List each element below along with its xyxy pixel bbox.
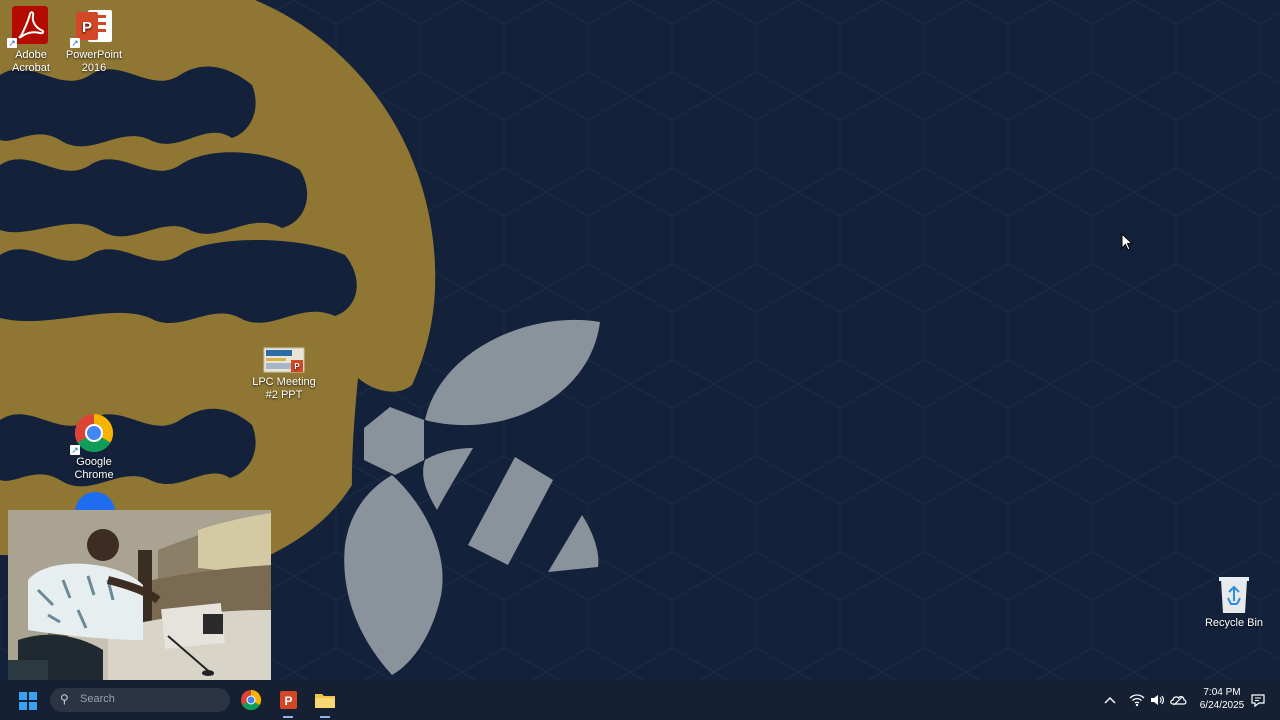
desktop-icon-adobe-acrobat[interactable]: ↗ Adobe Acrobat bbox=[0, 6, 67, 75]
notification-icon bbox=[1251, 694, 1265, 708]
taskbar-powerpoint-button[interactable]: P bbox=[274, 686, 302, 718]
start-button[interactable] bbox=[14, 686, 42, 714]
onedrive-button[interactable] bbox=[1169, 692, 1187, 708]
svg-text:P: P bbox=[294, 362, 300, 371]
taskbar-file-explorer-button[interactable] bbox=[311, 686, 339, 718]
search-placeholder: Search bbox=[80, 693, 115, 705]
taskbar-clock[interactable]: 7:04 PM 6/24/2025 bbox=[1192, 686, 1252, 712]
desktop-icon-label: Google Chrome bbox=[74, 456, 114, 481]
file-explorer-icon bbox=[315, 694, 335, 708]
show-hidden-icons-button[interactable] bbox=[1102, 692, 1118, 708]
clock-date: 6/24/2025 bbox=[1199, 700, 1245, 711]
desktop[interactable]: ↗ Adobe Acrobat P ↗ PowerPoint 2016 P LP… bbox=[0, 0, 1280, 720]
clock-time: 7:04 PM bbox=[1203, 687, 1241, 698]
running-indicator bbox=[320, 716, 330, 718]
chrome-icon bbox=[241, 689, 262, 711]
desktop-icon-label: PowerPoint 2016 bbox=[65, 49, 123, 74]
svg-text:P: P bbox=[284, 694, 292, 708]
desktop-icon-lpc-meeting-ppt[interactable]: P LPC Meeting #2 PPT bbox=[248, 347, 320, 402]
desktop-icon-label: Adobe Acrobat bbox=[12, 49, 50, 74]
shortcut-arrow-icon: ↗ bbox=[70, 445, 80, 455]
adobe-acrobat-icon: ↗ bbox=[7, 6, 51, 48]
running-indicator bbox=[283, 716, 293, 718]
speaker-icon bbox=[1151, 695, 1165, 705]
search-icon: ⚲ bbox=[60, 692, 69, 706]
recycle-bin-icon bbox=[1218, 576, 1250, 614]
desktop-icon-recycle-bin[interactable]: Recycle Bin bbox=[1198, 576, 1270, 630]
taskbar-search-box[interactable]: ⚲ Search bbox=[50, 688, 230, 712]
wifi-icon bbox=[1129, 694, 1145, 707]
mouse-cursor-icon bbox=[1121, 233, 1133, 251]
notification-center-button[interactable] bbox=[1250, 692, 1266, 708]
desktop-icon-label: Recycle Bin bbox=[1204, 617, 1264, 629]
pptx-file-icon: P bbox=[263, 347, 305, 373]
taskbar: ⚲ Search P 7:04 PM 6/24/2025 bbox=[0, 680, 1280, 720]
network-button[interactable] bbox=[1129, 692, 1145, 708]
chrome-icon: ↗ bbox=[70, 413, 114, 455]
desktop-icon-google-chrome[interactable]: ↗ Google Chrome bbox=[58, 413, 130, 482]
cloud-icon bbox=[1170, 696, 1187, 706]
chevron-up-icon bbox=[1104, 697, 1116, 704]
desktop-icon-label: LPC Meeting #2 PPT bbox=[252, 376, 316, 401]
desktop-icon-powerpoint[interactable]: P ↗ PowerPoint 2016 bbox=[58, 6, 130, 75]
windows-logo-icon bbox=[19, 692, 37, 710]
shortcut-arrow-icon: ↗ bbox=[7, 38, 17, 48]
powerpoint-icon: P bbox=[280, 691, 297, 709]
powerpoint-icon: P ↗ bbox=[70, 6, 114, 48]
taskbar-chrome-button[interactable] bbox=[237, 686, 265, 714]
shortcut-arrow-icon: ↗ bbox=[70, 38, 80, 48]
webcam-overlay bbox=[8, 510, 271, 704]
svg-text:P: P bbox=[82, 19, 92, 36]
volume-button[interactable] bbox=[1149, 692, 1165, 708]
